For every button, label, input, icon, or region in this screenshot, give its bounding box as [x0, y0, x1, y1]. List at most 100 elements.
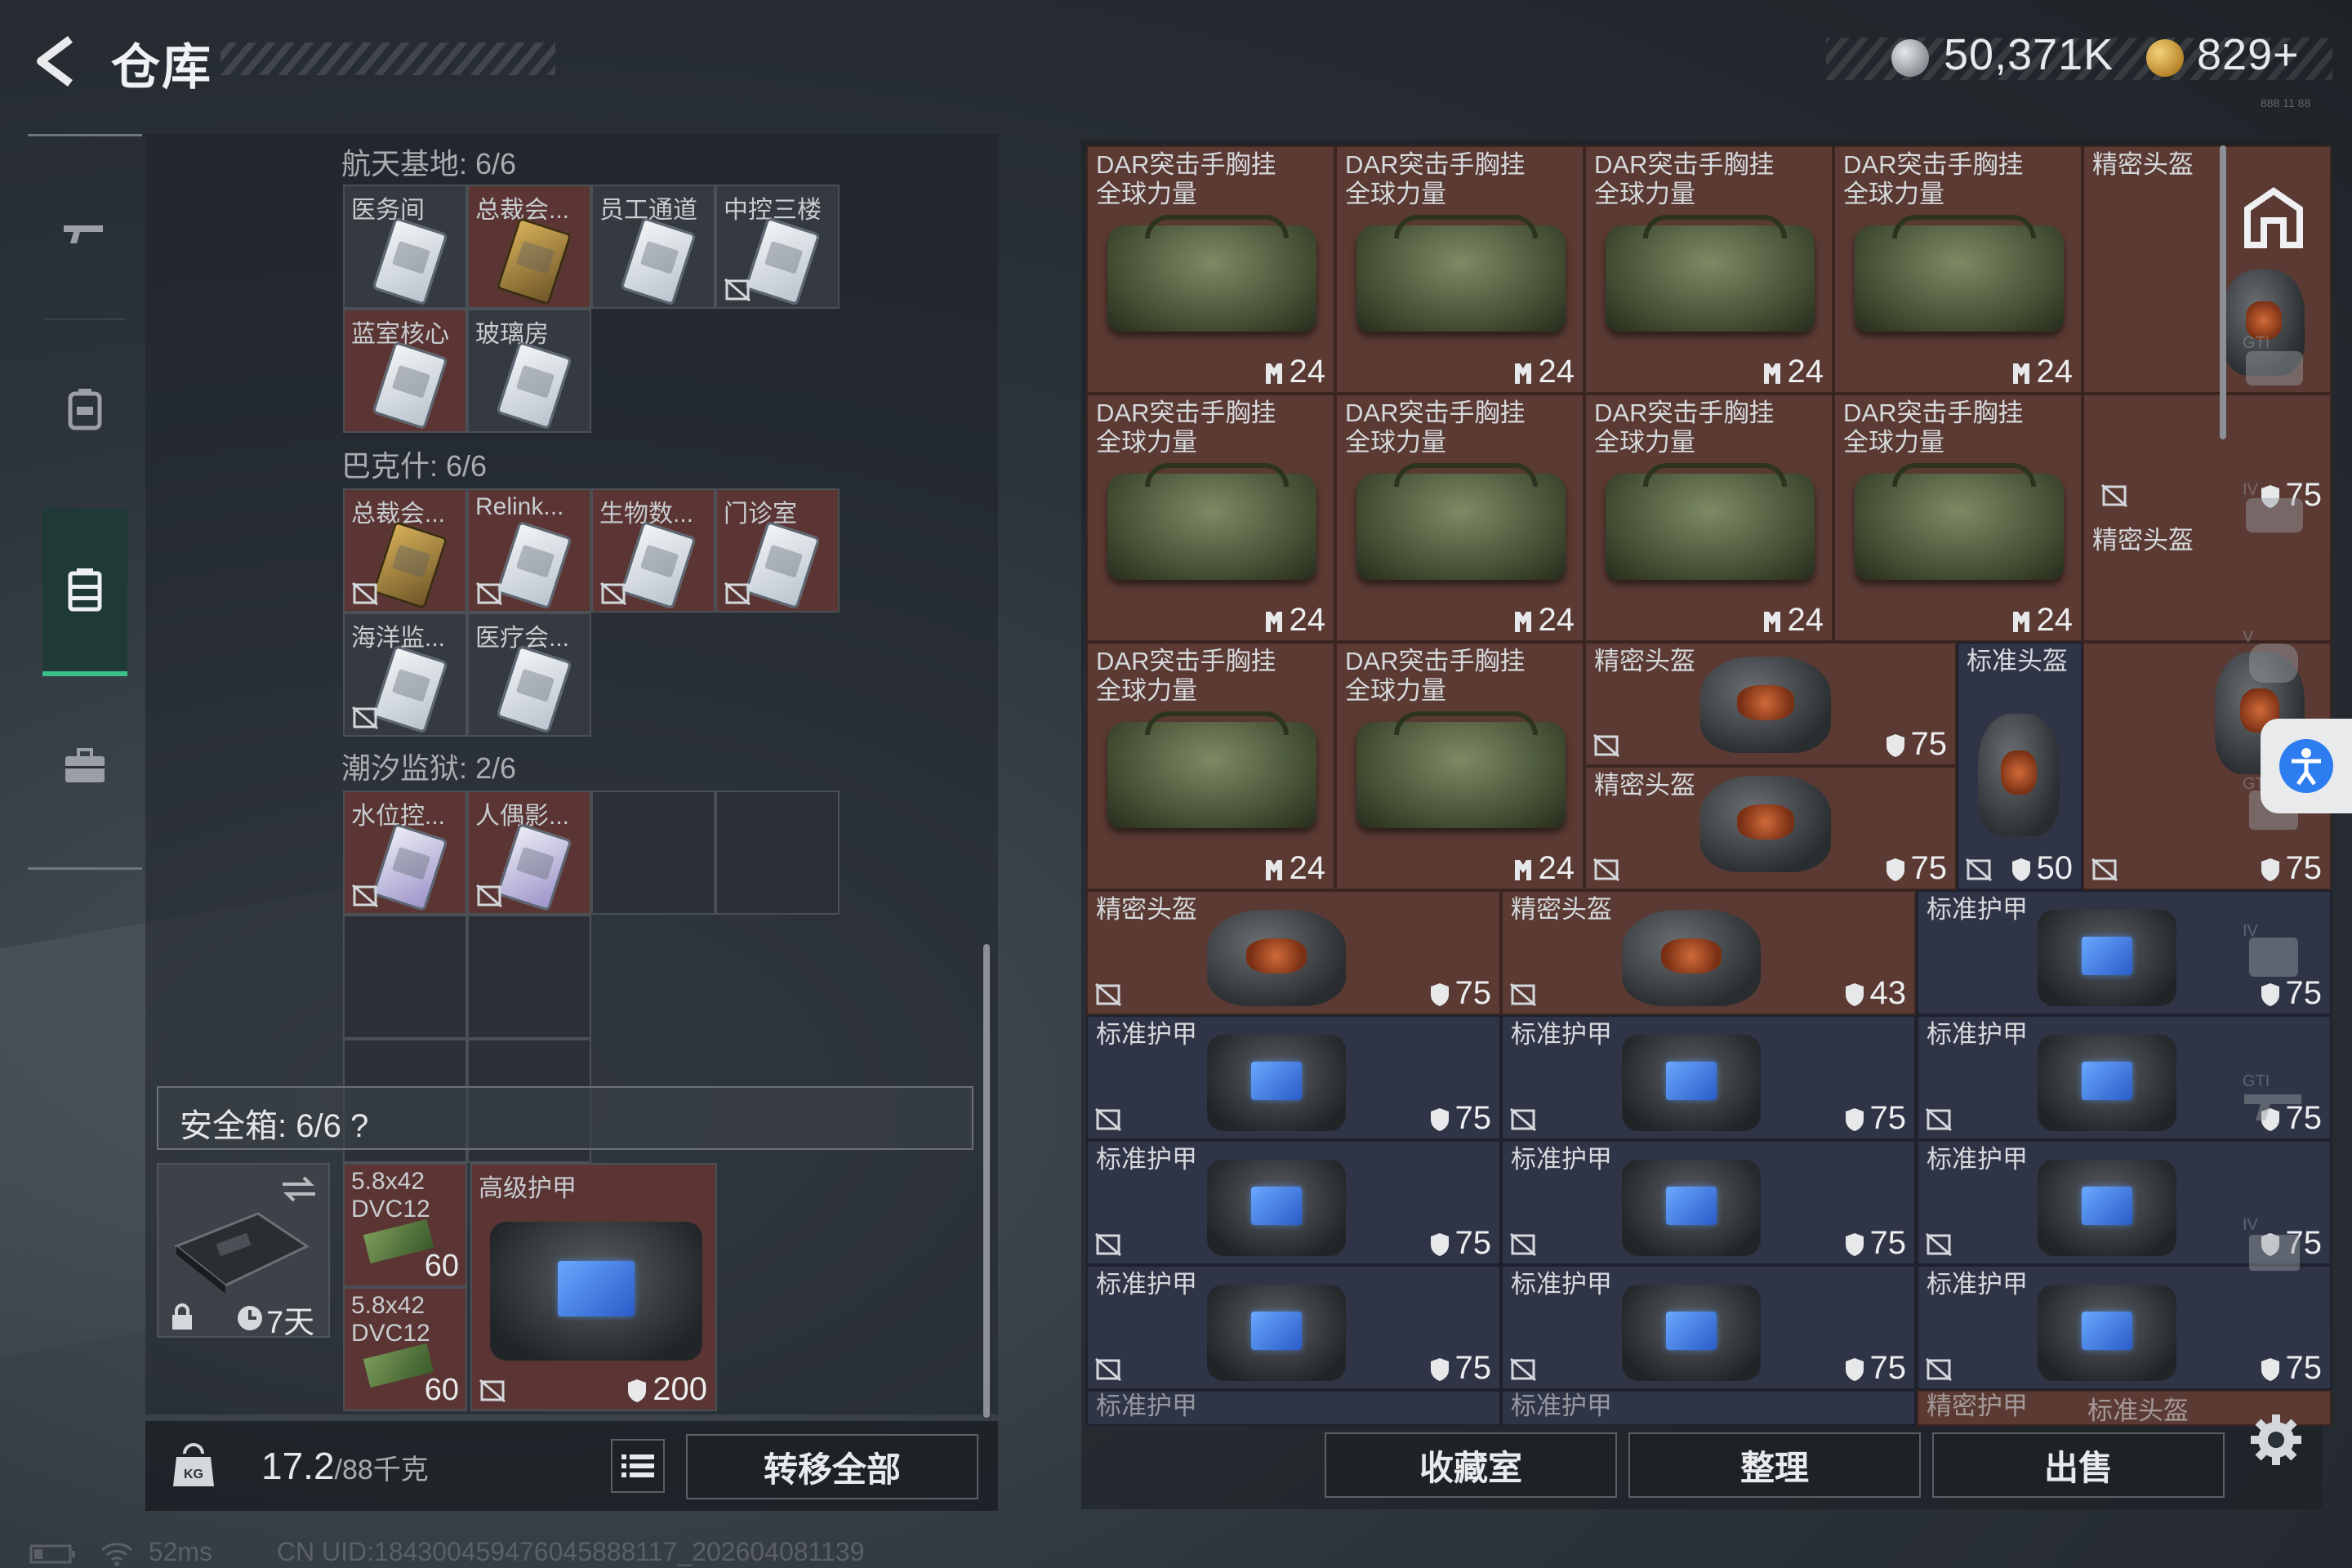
gti-bag-icon[interactable]: GTI: [2238, 327, 2311, 400]
title-decoration: [220, 42, 555, 75]
precise-helmet-item[interactable]: 精密头盔 75: [1086, 890, 1501, 1015]
empty-slot[interactable]: [591, 791, 715, 915]
nav-container[interactable]: [42, 508, 127, 676]
durability: 75: [1844, 1100, 1906, 1137]
chest-rig-image: [1356, 711, 1566, 828]
durability: 75: [2260, 850, 2322, 887]
standard-armor-item[interactable]: 标准护甲 75: [1917, 1265, 2332, 1390]
iv-vest-icon[interactable]: IV: [2238, 915, 2311, 988]
item-count: 24: [1512, 354, 1575, 390]
shield-icon: [1430, 983, 1449, 1007]
key-card-slot[interactable]: 玻璃房: [467, 309, 591, 433]
item-label: DAR突击手胸挂 全球力量: [1345, 647, 1526, 705]
iv-bag-icon[interactable]: IV: [2238, 474, 2311, 547]
chest-rig-item[interactable]: DAR突击手胸挂 全球力量 24: [1086, 145, 1335, 394]
key-card-slot[interactable]: 蓝室核心: [343, 309, 467, 433]
key-card-slot[interactable]: Relink...: [467, 488, 591, 612]
key-card-slot[interactable]: 人偶影...: [467, 791, 591, 915]
standard-armor-item[interactable]: 标准护甲 75: [1501, 1140, 1916, 1265]
settings-gear-icon[interactable]: [2247, 1411, 2305, 1468]
nav-weapons[interactable]: [42, 191, 127, 276]
precise-helmet-item[interactable]: 精密头盔 43: [1501, 890, 1916, 1015]
item-label: 精密护甲: [1927, 1392, 2028, 1420]
item-label: 精密头盔: [1594, 771, 1695, 800]
key-card-slot[interactable]: 医务间: [343, 185, 467, 309]
iv-case-icon[interactable]: IV: [2238, 1209, 2311, 1282]
item-label: 标准护甲: [1511, 1145, 1612, 1174]
key-card-slot[interactable]: 员工通道: [591, 185, 715, 309]
chest-rig-item[interactable]: DAR突击手胸挂 全球力量 24: [1086, 394, 1335, 642]
stash-scrollbar[interactable]: [2220, 145, 2226, 439]
transfer-all-button[interactable]: 转移全部: [686, 1434, 978, 1499]
chest-rig-image: [1855, 463, 2064, 580]
ammo-slot[interactable]: 5.8x42 DVC12 60: [343, 1287, 467, 1411]
gti-gun-icon[interactable]: GTI: [2238, 1062, 2311, 1135]
key-card-slot[interactable]: 门诊室: [715, 488, 840, 612]
back-arrow-icon[interactable]: [29, 33, 87, 90]
key-card-slot[interactable]: 生物数...: [591, 488, 715, 612]
page-title: 仓库: [111, 40, 212, 95]
helmet-image: [1700, 657, 1831, 753]
standard-armor-item[interactable]: 标准护甲 75: [1086, 1015, 1501, 1140]
empty-slot[interactable]: [715, 791, 840, 915]
chest-rig-item[interactable]: DAR突击手胸挂 全球力量 24: [1584, 145, 1833, 394]
key-card-slot[interactable]: 医疗会...: [467, 612, 591, 737]
item-label: DAR突击手胸挂 全球力量: [1594, 150, 1775, 208]
lock-icon: [172, 1303, 192, 1330]
rig-icon: [1514, 363, 1531, 385]
list-view-button[interactable]: [611, 1439, 665, 1493]
ammo-slot[interactable]: 5.8x42 DVC12 60: [343, 1163, 467, 1287]
empty-slot[interactable]: [467, 915, 591, 1039]
safe-box-slot[interactable]: 7天: [157, 1163, 330, 1340]
container-icon: [68, 568, 102, 612]
empty-slot[interactable]: [343, 915, 467, 1039]
gold-amount[interactable]: 829+: [2197, 29, 2300, 80]
item-count: 24: [1512, 850, 1575, 887]
chest-rig-item[interactable]: DAR突击手胸挂 全球力量 24: [1833, 145, 2082, 394]
swap-icon[interactable]: [279, 1173, 318, 1205]
item-label: DAR突击手胸挂 全球力量: [1345, 399, 1526, 457]
accessibility-button[interactable]: [2261, 719, 2352, 813]
standard-helmet-item[interactable]: 标准头盔 50: [1957, 642, 2082, 890]
v-helmet-icon[interactable]: V: [2238, 621, 2311, 694]
precise-helmet-item[interactable]: 精密头盔 75: [1584, 766, 1957, 890]
sort-button[interactable]: 整理: [1628, 1432, 1921, 1498]
nav-backpack[interactable]: [42, 366, 127, 451]
standard-armor-item[interactable]: 标准护甲 75: [1501, 1015, 1916, 1140]
keycard-icon: [620, 216, 697, 306]
collection-button[interactable]: 收藏室: [1325, 1432, 1617, 1498]
partial-item[interactable]: 标准护甲: [1501, 1390, 1916, 1426]
armor-slot[interactable]: 高级护甲 200: [470, 1163, 717, 1411]
chest-rig-item[interactable]: DAR突击手胸挂 全球力量 24: [1086, 642, 1335, 890]
sell-button[interactable]: 出售: [1932, 1432, 2225, 1498]
chest-rig-item[interactable]: DAR突击手胸挂 全球力量 24: [1584, 394, 1833, 642]
left-scrollbar[interactable]: [983, 944, 990, 1418]
helmet-image: [1700, 776, 1831, 872]
key-card-slot[interactable]: 总裁会...: [467, 185, 591, 309]
item-count: 24: [1263, 602, 1325, 639]
shield-icon: [1886, 858, 1904, 882]
nav-briefcase[interactable]: [42, 724, 127, 808]
help-icon[interactable]: ?: [350, 1108, 368, 1144]
key-card-slot[interactable]: 中控三楼: [715, 185, 840, 309]
chest-rig-item[interactable]: DAR突击手胸挂 全球力量 24: [1335, 642, 1584, 890]
chest-rig-item[interactable]: DAR突击手胸挂 全球力量 24: [1335, 145, 1584, 394]
standard-armor-item[interactable]: 标准护甲 75: [1501, 1265, 1916, 1390]
svg-text:V: V: [2243, 628, 2254, 646]
keycard-icon: [496, 520, 572, 610]
keycard-icon: [372, 520, 448, 610]
clock-icon: [238, 1306, 262, 1330]
no-insure-icon: [1509, 982, 1537, 1007]
key-card-slot[interactable]: 总裁会...: [343, 488, 467, 612]
chest-rig-item[interactable]: DAR突击手胸挂 全球力量 24: [1335, 394, 1584, 642]
stash-home-icon[interactable]: [2241, 185, 2306, 250]
standard-armor-item[interactable]: 标准护甲 75: [1086, 1265, 1501, 1390]
key-card-slot[interactable]: 海洋监...: [343, 612, 467, 737]
armor-image: [1207, 1285, 1346, 1381]
standard-armor-item[interactable]: 标准护甲 75: [1086, 1140, 1501, 1265]
precise-helmet-item[interactable]: 精密头盔 75: [1584, 642, 1957, 766]
chest-rig-item[interactable]: DAR突击手胸挂 全球力量 24: [1833, 394, 2082, 642]
partial-item[interactable]: 标准护甲: [1086, 1390, 1501, 1426]
no-insure-icon: [1094, 1232, 1122, 1257]
key-card-slot[interactable]: 水位控...: [343, 791, 467, 915]
